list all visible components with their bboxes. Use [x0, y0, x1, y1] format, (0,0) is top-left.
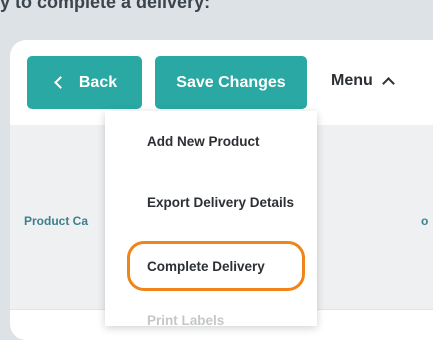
menu-item-add-new-product[interactable]: Add New Product [147, 134, 260, 149]
column-header-next[interactable]: o [421, 214, 428, 228]
save-changes-label: Save Changes [176, 73, 286, 91]
instruction-text: y to complete a delivery: [0, 0, 211, 12]
chevron-up-icon [381, 77, 395, 90]
back-button-label: Back [78, 73, 118, 91]
save-changes-button[interactable]: Save Changes [155, 56, 307, 109]
menu-dropdown: Add New Product Export Delivery Details … [105, 111, 317, 328]
back-button[interactable]: Back [27, 56, 142, 109]
menu-item-print-labels[interactable]: Print Labels [147, 313, 224, 328]
menu-item-export-delivery-details[interactable]: Export Delivery Details [147, 195, 294, 210]
chevron-left-icon [54, 76, 67, 89]
highlight-outline [127, 241, 305, 291]
column-header-product-category[interactable]: Product Ca [24, 214, 88, 228]
menu-toggle-button[interactable]: Menu [331, 72, 395, 90]
menu-label: Menu [331, 72, 373, 89]
